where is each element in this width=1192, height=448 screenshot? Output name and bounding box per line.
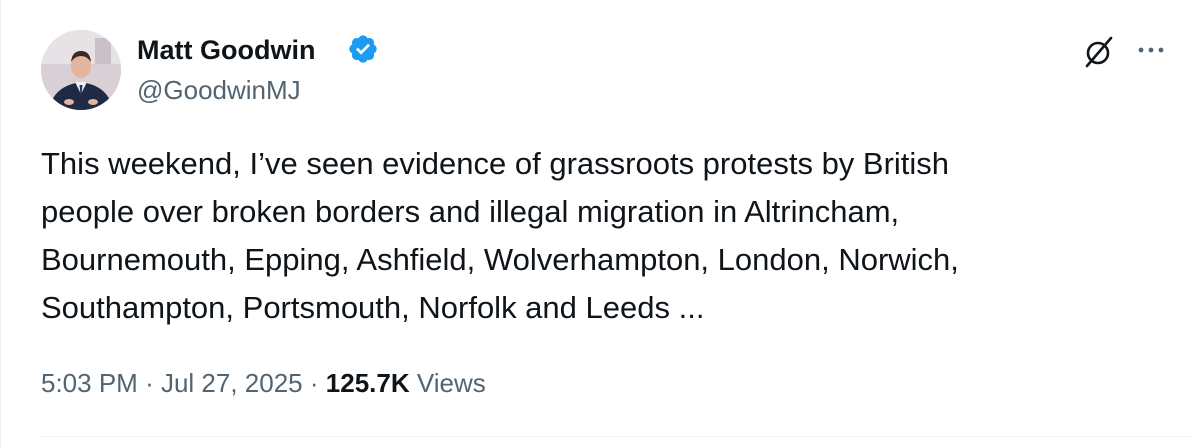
avatar-photo-icon bbox=[41, 30, 121, 110]
grok-icon[interactable] bbox=[1081, 34, 1117, 70]
tweet-card: Matt Goodwin @GoodwinMJ This weekend, I’… bbox=[0, 0, 1192, 448]
tweet-time[interactable]: 5:03 PM bbox=[41, 368, 138, 398]
author-handle[interactable]: @GoodwinMJ bbox=[137, 74, 301, 106]
tweet-meta: 5:03 PM · Jul 27, 2025 · 125.7K Views bbox=[41, 366, 486, 400]
tweet-date[interactable]: Jul 27, 2025 bbox=[161, 368, 303, 398]
divider bbox=[41, 436, 1192, 437]
meta-separator: · bbox=[309, 368, 319, 398]
avatar[interactable] bbox=[41, 30, 121, 110]
views-label: Views bbox=[416, 368, 486, 398]
views-count: 125.7K bbox=[325, 368, 410, 398]
meta-separator: · bbox=[145, 368, 154, 398]
more-icon[interactable] bbox=[1133, 38, 1169, 62]
verified-badge-icon bbox=[349, 35, 377, 63]
author-name[interactable]: Matt Goodwin bbox=[137, 34, 315, 66]
tweet-text: This weekend, I’ve seen evidence of gras… bbox=[41, 146, 959, 325]
